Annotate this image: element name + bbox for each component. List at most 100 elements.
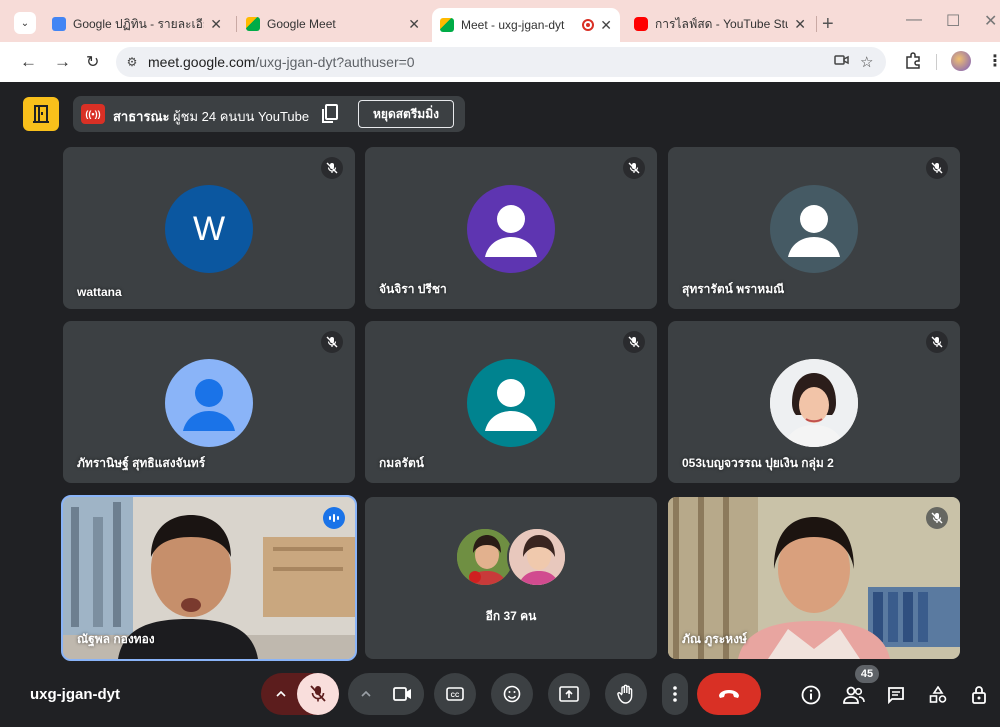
more-vert-icon: [673, 686, 677, 702]
profile-avatar[interactable]: [951, 51, 971, 71]
avatar: [467, 359, 555, 447]
svg-text:CC: CC: [451, 693, 460, 699]
participant-name: ณัฐพล กองทอง: [77, 632, 155, 646]
mic-off-icon: [926, 507, 948, 529]
chevron-up-icon[interactable]: [356, 684, 376, 704]
person-icon: [183, 379, 235, 431]
live-streaming-banner: ((•)) สาธารณะ ผู้ชม 24 คนบน YouTube หยุด…: [73, 96, 465, 132]
chevron-up-icon[interactable]: [271, 684, 291, 704]
more-options-button[interactable]: [662, 673, 688, 715]
mic-off-icon: [926, 331, 948, 353]
extensions-icon[interactable]: [904, 51, 922, 69]
meeting-details-button[interactable]: [799, 683, 823, 707]
mic-off-icon: [623, 331, 645, 353]
mic-off-icon: [623, 157, 645, 179]
tab-calendar[interactable]: Google ปฏิทิน - รายละเอียดกิจ ✕: [44, 9, 230, 39]
camera-in-use-icon[interactable]: [834, 53, 850, 67]
present-screen-icon: [559, 686, 579, 702]
host-controls-button[interactable]: [23, 97, 59, 131]
maximize-icon[interactable]: ☐: [946, 11, 960, 31]
bookmark-star-icon[interactable]: ☆: [860, 53, 873, 71]
participant-name: สุทรารัตน์ พราหมณี: [682, 282, 785, 296]
close-tab-icon[interactable]: ✕: [408, 16, 420, 33]
mic-off-icon: [321, 331, 343, 353]
unmute-button[interactable]: [297, 673, 339, 715]
camera-icon: [393, 687, 411, 701]
url-host: meet.google.com: [148, 54, 256, 70]
leave-call-button[interactable]: [697, 673, 761, 715]
stop-streaming-button[interactable]: หยุดสตรีมมิ่ง: [358, 100, 454, 128]
shapes-icon: [929, 686, 947, 703]
participant-tile[interactable]: กมลรัตน์: [365, 321, 657, 483]
participant-name: ภัทรานิษฐ์ สุทธิแสงจันทร์: [77, 456, 206, 470]
copy-link-icon[interactable]: [321, 104, 339, 124]
host-controls-button[interactable]: [968, 683, 992, 707]
participant-name: 053เบญจวรรณ ปุยเงิน กลุ่ม 2: [682, 456, 834, 470]
avatar: [467, 185, 555, 273]
meeting-code: uxg-jgan-dyt: [30, 686, 120, 703]
new-tab-icon[interactable]: +: [822, 13, 834, 36]
others-tile[interactable]: อีก 37 คน: [365, 497, 657, 659]
avatar: [770, 185, 858, 273]
close-tab-icon[interactable]: ✕: [794, 16, 806, 33]
close-window-icon[interactable]: ✕: [984, 11, 997, 31]
participant-tile[interactable]: W wattana: [63, 147, 355, 309]
participant-tile[interactable]: จันจิรา ปรีชา: [365, 147, 657, 309]
chat-button[interactable]: [884, 683, 908, 707]
site-info-icon[interactable]: ⚙: [124, 54, 140, 70]
calendar-favicon-icon: [52, 17, 66, 31]
reactions-button[interactable]: [491, 673, 533, 715]
info-icon: [801, 685, 821, 705]
people-icon: [843, 686, 865, 704]
door-icon: [33, 105, 49, 123]
person-icon: [485, 379, 537, 431]
hand-icon: [617, 684, 633, 704]
camera-control: [348, 673, 424, 715]
people-button[interactable]: [842, 683, 866, 707]
mic-off-icon: [321, 157, 343, 179]
tab-meet-active[interactable]: Meet - uxg-jgan-dyt ✕: [432, 8, 620, 42]
address-bar[interactable]: ⚙ meet.google.com/uxg-jgan-dyt?authuser=…: [116, 47, 886, 77]
activities-button[interactable]: [926, 683, 950, 707]
tab-search-icon[interactable]: ⌄: [14, 12, 36, 34]
close-tab-icon[interactable]: ✕: [210, 16, 222, 33]
microphone-control: [261, 673, 339, 715]
youtube-favicon-icon: [634, 17, 648, 31]
close-tab-icon[interactable]: ✕: [600, 17, 612, 34]
mic-off-icon: [926, 157, 948, 179]
reload-icon[interactable]: ↻: [86, 52, 99, 72]
people-count-badge: 45: [855, 665, 879, 683]
participant-name: จันจิรา ปรีชา: [379, 282, 447, 296]
minimize-icon[interactable]: —: [906, 11, 922, 29]
person-icon: [788, 205, 840, 257]
participant-name: กมลรัตน์: [379, 456, 424, 470]
present-screen-button[interactable]: [548, 673, 590, 715]
url-path: /uxg-jgan-dyt?authuser=0: [255, 54, 415, 70]
browser-menu-icon[interactable]: ⋮: [987, 51, 1000, 71]
avatar-photo: [770, 359, 858, 447]
speaking-indicator-icon: [323, 507, 345, 529]
camera-button[interactable]: [382, 673, 424, 715]
live-visibility-status: สาธารณะ: [113, 109, 170, 124]
participant-tile[interactable]: 053เบญจวรรณ ปุยเงิน กลุ่ม 2: [668, 321, 960, 483]
captions-button[interactable]: CC: [434, 673, 476, 715]
tab-google-meet[interactable]: Google Meet ✕: [238, 9, 428, 39]
avatar: [165, 359, 253, 447]
tab-youtube-studio[interactable]: การไลฟ์สด - YouTube Studio ✕: [626, 9, 814, 39]
person-icon: [485, 205, 537, 257]
forward-icon[interactable]: →: [54, 52, 71, 72]
participant-tile[interactable]: ภัทรานิษฐ์ สุทธิแสงจันทร์: [63, 321, 355, 483]
participant-video-tile[interactable]: ภัณ ภูระหงษ์: [668, 497, 960, 659]
chat-icon: [888, 687, 904, 704]
browser-toolbar: ← → ↻ ⚙ meet.google.com/uxg-jgan-dyt?aut…: [0, 42, 1000, 82]
mic-off-icon: [310, 685, 326, 702]
hang-up-icon: [719, 690, 739, 698]
lock-person-icon: [972, 686, 986, 704]
back-icon[interactable]: ←: [20, 52, 37, 72]
live-viewer-count: ผู้ชม 24 คนบน YouTube: [173, 109, 310, 124]
live-broadcast-icon: ((•)): [81, 104, 105, 124]
participant-tile[interactable]: สุทรารัตน์ พราหมณี: [668, 147, 960, 309]
raise-hand-button[interactable]: [605, 673, 647, 715]
others-count: อีก 37 คน: [485, 609, 537, 623]
participant-video-tile[interactable]: ณัฐพล กองทอง: [61, 495, 357, 661]
